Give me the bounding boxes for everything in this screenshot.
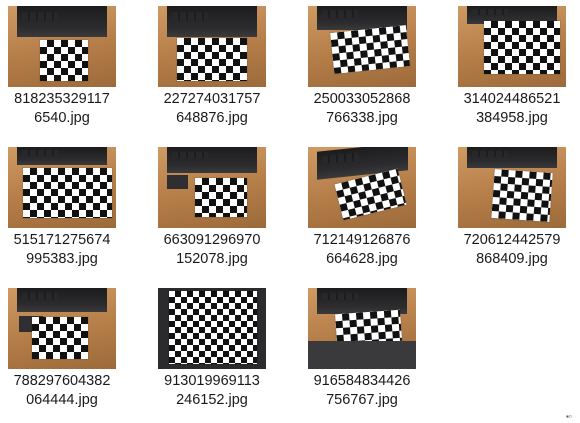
file-name[interactable]: 913019969113 246152.jpg xyxy=(154,372,270,410)
file-item[interactable]: 916584834426 756767.jpg xyxy=(300,282,450,417)
file-item[interactable]: 250033052868 766338.jpg xyxy=(300,0,450,135)
file-item[interactable]: 227274031757 648876.jpg xyxy=(150,0,300,135)
file-name[interactable]: 720612442579 868409.jpg xyxy=(454,231,570,269)
file-name-line1: 515171275674 xyxy=(13,232,111,248)
file-name-line2: 6540.jpg xyxy=(34,110,90,126)
file-name-line2: 766338.jpg xyxy=(326,110,398,126)
file-name[interactable]: 663091296970 152078.jpg xyxy=(154,231,270,269)
grid-view-icon[interactable]: ▪▫ xyxy=(566,413,576,421)
file-grid: 818235329117 6540.jpg 227274031757 64887… xyxy=(0,0,580,423)
file-name[interactable]: 712149126876 664628.jpg xyxy=(304,231,420,269)
file-name-line2: 648876.jpg xyxy=(176,110,248,126)
file-name-line2: 384958.jpg xyxy=(476,110,548,126)
file-name-line1: 818235329117 xyxy=(14,91,110,107)
file-item[interactable]: 314024486521 384958.jpg xyxy=(450,0,580,135)
file-name-line1: 720612442579 xyxy=(463,232,561,248)
file-name-line2: 664628.jpg xyxy=(326,251,398,267)
file-name-line1: 788297604382 xyxy=(13,373,111,389)
file-name-line2: 995383.jpg xyxy=(26,251,98,267)
file-item[interactable]: 913019969113 246152.jpg xyxy=(150,282,300,417)
image-thumbnail[interactable] xyxy=(458,147,566,228)
file-item[interactable]: 788297604382 064444.jpg xyxy=(0,282,150,417)
file-name-line2: 246152.jpg xyxy=(176,392,248,408)
image-thumbnail[interactable] xyxy=(158,288,266,369)
file-name-line2: 868409.jpg xyxy=(476,251,548,267)
file-item[interactable]: 818235329117 6540.jpg xyxy=(0,0,150,135)
file-item[interactable]: 663091296970 152078.jpg xyxy=(150,141,300,276)
image-thumbnail[interactable] xyxy=(458,6,566,87)
file-name-line1: 916584834426 xyxy=(313,373,411,389)
file-name-line2: 152078.jpg xyxy=(176,251,248,267)
file-name[interactable]: 227274031757 648876.jpg xyxy=(154,90,270,128)
file-item[interactable]: 712149126876 664628.jpg xyxy=(300,141,450,276)
file-name[interactable]: 818235329117 6540.jpg xyxy=(4,90,120,128)
file-name-line2: 756767.jpg xyxy=(326,392,398,408)
image-thumbnail[interactable] xyxy=(158,6,266,87)
file-item[interactable]: 515171275674 995383.jpg xyxy=(0,141,150,276)
file-name-line1: 663091296970 xyxy=(163,232,261,248)
file-name[interactable]: 250033052868 766338.jpg xyxy=(304,90,420,128)
file-name-line1: 227274031757 xyxy=(163,91,261,107)
file-name[interactable]: 314024486521 384958.jpg xyxy=(454,90,570,128)
file-name-line1: 712149126876 xyxy=(313,232,411,248)
image-thumbnail[interactable] xyxy=(308,147,416,228)
file-name[interactable]: 916584834426 756767.jpg xyxy=(304,372,420,410)
image-thumbnail[interactable] xyxy=(308,6,416,87)
image-thumbnail[interactable] xyxy=(8,147,116,228)
image-thumbnail[interactable] xyxy=(308,288,416,369)
file-name-line1: 250033052868 xyxy=(313,91,411,107)
file-name-line1: 913019969113 xyxy=(164,373,260,389)
file-item[interactable]: 720612442579 868409.jpg xyxy=(450,141,580,276)
file-name[interactable]: 515171275674 995383.jpg xyxy=(4,231,120,269)
image-thumbnail[interactable] xyxy=(8,6,116,87)
file-name[interactable]: 788297604382 064444.jpg xyxy=(4,372,120,410)
image-thumbnail[interactable] xyxy=(8,288,116,369)
file-name-line1: 314024486521 xyxy=(463,91,561,107)
file-name-line2: 064444.jpg xyxy=(26,392,98,408)
image-thumbnail[interactable] xyxy=(158,147,266,228)
